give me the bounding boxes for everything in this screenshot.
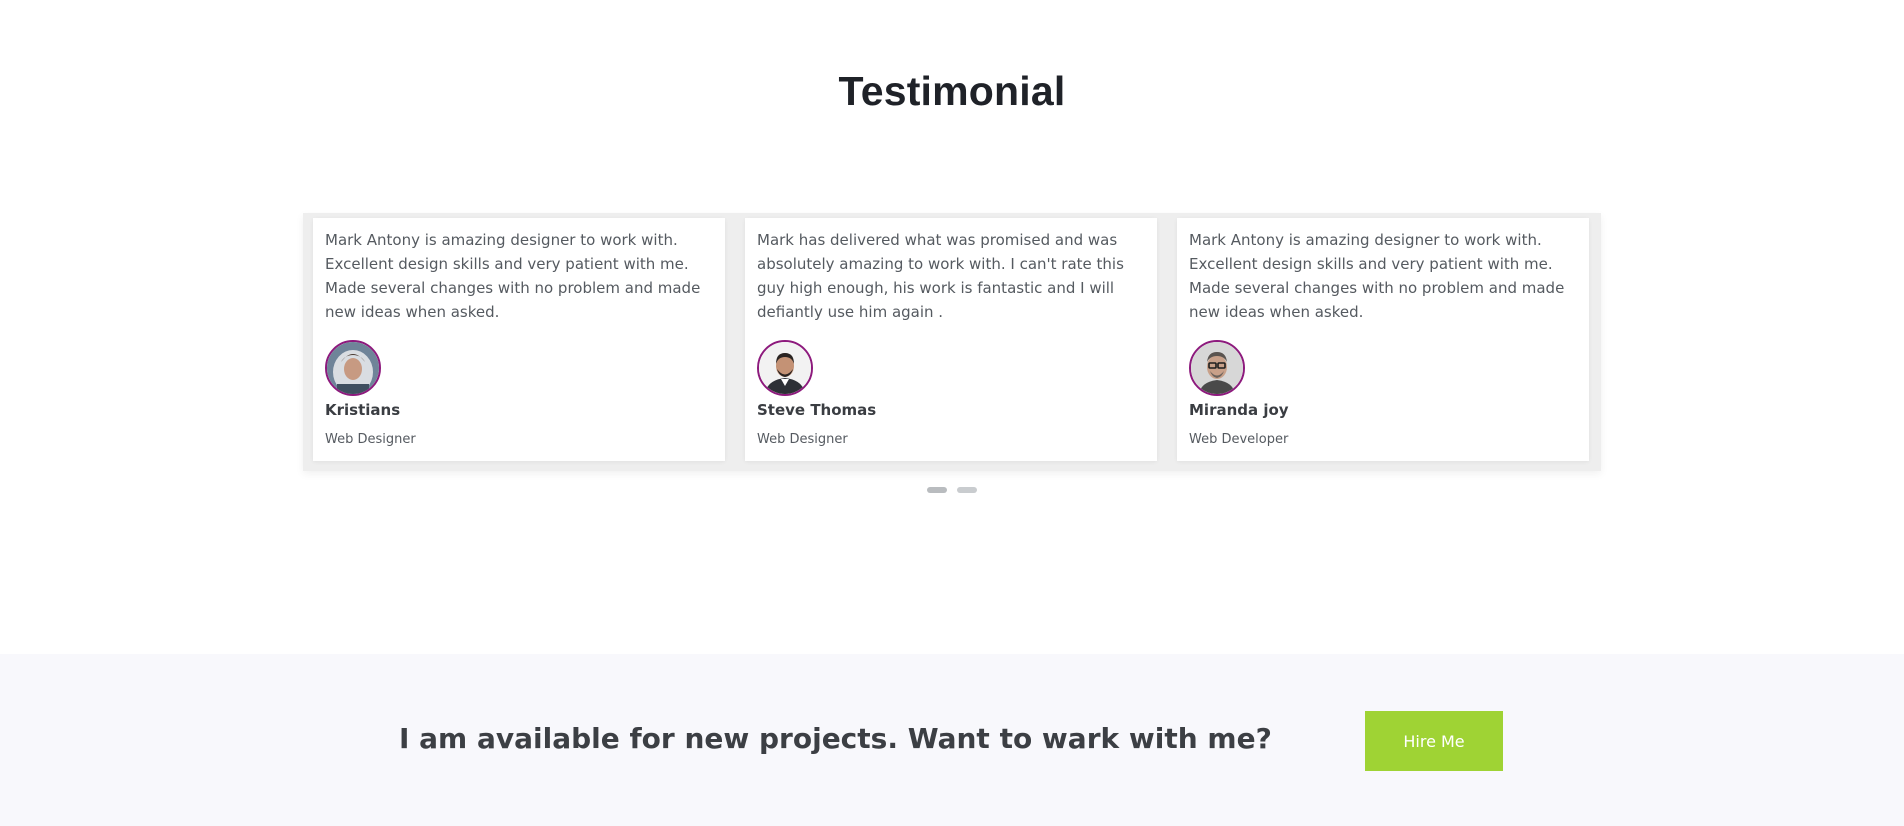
testimonial-role: Web Developer	[1189, 432, 1289, 447]
testimonial-name: Kristians	[325, 401, 401, 419]
section-title: Testimonial	[838, 68, 1066, 114]
avatar-photo-icon	[1191, 342, 1243, 394]
testimonial-card: Mark Antony is amazing designer to work …	[1177, 218, 1589, 461]
avatar	[325, 340, 381, 396]
carousel-dot-1[interactable]	[927, 487, 947, 493]
cta-heading: I am available for new projects. Want to…	[399, 722, 1272, 755]
avatar	[1189, 340, 1245, 396]
testimonial-name: Steve Thomas	[757, 401, 877, 419]
testimonial-name: Miranda joy	[1189, 401, 1289, 419]
testimonial-quote: Mark has delivered what was promised and…	[757, 231, 1124, 321]
testimonial-quote: Mark Antony is amazing designer to work …	[325, 231, 701, 321]
hire-me-button[interactable]: Hire Me	[1365, 711, 1503, 771]
testimonial-role: Web Designer	[325, 432, 416, 447]
testimonial-role: Web Designer	[757, 432, 848, 447]
avatar	[757, 340, 813, 396]
carousel-dot-2[interactable]	[957, 487, 977, 493]
testimonial-section: Testimonial Mark Antony is amazing desig…	[0, 0, 1904, 654]
avatar-photo-icon	[327, 342, 379, 394]
avatar-photo-icon	[759, 342, 811, 394]
carousel-pagination	[927, 487, 977, 493]
testimonial-card: Mark Antony is amazing designer to work …	[313, 218, 725, 461]
testimonial-quote: Mark Antony is amazing designer to work …	[1189, 231, 1565, 321]
testimonial-card: Mark has delivered what was promised and…	[745, 218, 1157, 461]
